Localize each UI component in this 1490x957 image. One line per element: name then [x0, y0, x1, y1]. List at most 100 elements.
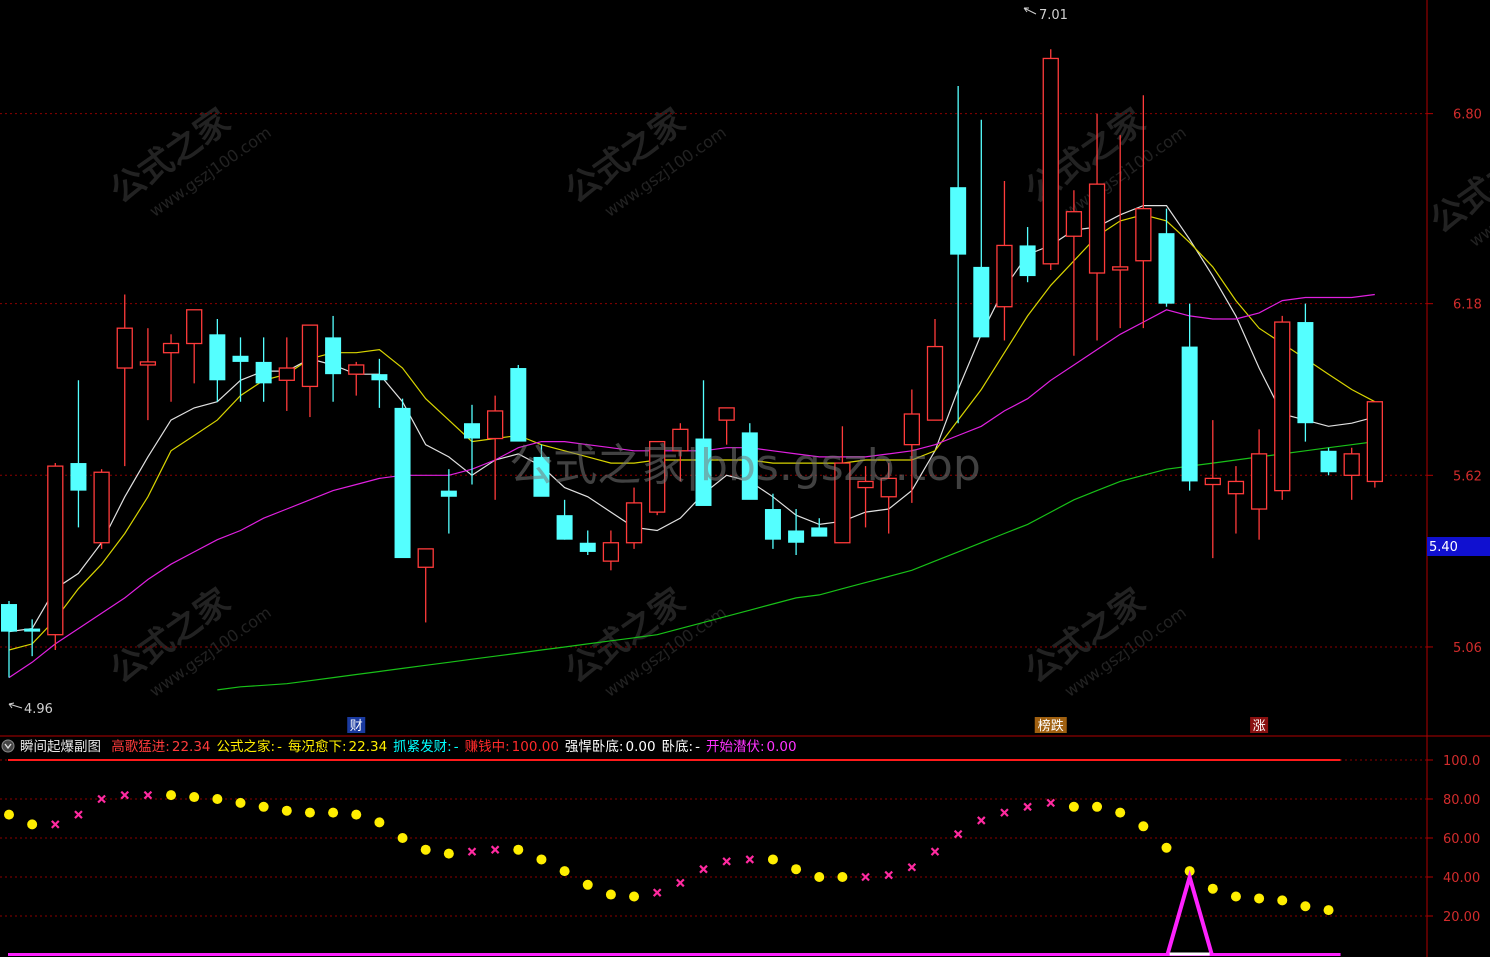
indicator-value: -	[454, 739, 459, 755]
indicator-dot	[235, 797, 246, 808]
current-price-label: 5.40	[1429, 540, 1458, 555]
candle	[1274, 315, 1291, 500]
candle	[47, 463, 64, 651]
candle-body	[348, 364, 365, 375]
candle-body	[926, 345, 944, 421]
candle-body	[556, 515, 573, 540]
candle-body	[371, 374, 388, 381]
candle-body	[1042, 57, 1059, 265]
indicator-value-label: 高歌猛进:	[111, 738, 170, 755]
stock-chart-canvas: 公式之家www.gszj100.com 公式之家www.gszj100.com 公式…	[0, 0, 1490, 957]
indicator-dot	[166, 790, 177, 801]
candle-body	[209, 334, 226, 381]
candle	[510, 364, 527, 442]
indicator-dot	[4, 809, 14, 820]
candle-body	[186, 309, 203, 345]
candle-body	[510, 368, 527, 442]
indicator-dot	[1323, 905, 1334, 916]
signal-marker: 涨	[1250, 717, 1269, 734]
candle-body	[1297, 322, 1314, 424]
indicator-value-label: 每况愈下:	[288, 739, 347, 755]
indicator-toggle-icon[interactable]	[1, 739, 15, 753]
indicator-dot	[27, 819, 38, 830]
indicator-dot	[1138, 821, 1149, 832]
indicator-dot	[629, 891, 640, 902]
candle-body	[1181, 346, 1198, 482]
candle	[1366, 401, 1383, 488]
price-tick-label: 5.62	[1453, 469, 1482, 484]
candle-body	[1366, 401, 1383, 483]
candle-body	[1088, 183, 1106, 274]
candle-body	[325, 337, 342, 375]
candle-body	[440, 490, 457, 497]
indicator-dot	[397, 833, 408, 843]
indicator-tick-label: 60.00	[1443, 832, 1480, 847]
candle-body	[602, 542, 620, 562]
indicator-value: 100.00	[512, 739, 559, 755]
candle-body	[232, 355, 249, 362]
center-watermark: 公式之家|bbs.gszb.top	[509, 440, 981, 491]
signal-marker: 榜跌	[1034, 717, 1067, 734]
indicator-dot	[1254, 893, 1265, 904]
indicator-dot	[1068, 801, 1079, 812]
indicator-dot	[559, 866, 570, 877]
low-price-label: 4.96	[24, 702, 53, 717]
indicator-dot	[605, 889, 616, 900]
candle-body	[764, 509, 781, 540]
candle-body	[579, 542, 596, 552]
candle-body	[1204, 477, 1221, 486]
indicator-value-label: 强悍卧底:	[565, 739, 624, 755]
signal-marker-label: 涨	[1253, 719, 1266, 734]
indicator-tick-label: 20.00	[1443, 910, 1480, 925]
indicator-dot	[304, 807, 315, 818]
candle-body	[1320, 450, 1337, 473]
indicator-header: 瞬间起爆副图 高歌猛进: 22.34 公式之家: - 每况愈下: 22.34 抓紧发财: - 赚…	[1, 738, 797, 755]
candle-body	[811, 527, 828, 537]
candle-body	[1135, 207, 1152, 262]
candle-body	[1250, 453, 1268, 510]
candle-body	[1065, 211, 1083, 237]
candle-body	[1343, 453, 1360, 476]
candle-body	[394, 407, 411, 559]
indicator-dot	[513, 844, 524, 855]
candle-body	[24, 628, 41, 632]
indicator-dot	[837, 872, 848, 882]
indicator-dot	[1092, 801, 1103, 812]
indicator-dot	[536, 854, 547, 865]
high-price-label: 7.01	[1039, 8, 1068, 23]
indicator-tick-label: 80.00	[1443, 793, 1480, 808]
indicator-dot	[791, 864, 802, 875]
candle-body	[788, 530, 805, 543]
indicator-value: -	[695, 739, 700, 755]
indicator-dot	[443, 848, 454, 859]
indicator-dot	[582, 879, 593, 890]
indicator-tick-label: 100.0	[1443, 754, 1480, 769]
candle-body	[47, 465, 64, 636]
indicator-value: 22.34	[172, 739, 211, 755]
indicator-dot	[212, 794, 223, 804]
candle-body	[116, 327, 133, 369]
signal-marker: 财	[347, 717, 366, 734]
candle-body	[1, 604, 17, 632]
candle-body	[93, 471, 110, 544]
candle-body	[486, 410, 504, 440]
candle-body	[718, 407, 735, 421]
indicator-dot	[1277, 895, 1288, 906]
indicator-value: -	[277, 739, 282, 755]
signal-marker-label: 榜跌	[1038, 718, 1064, 734]
candle-body	[996, 244, 1013, 308]
indicator-tick-label: 40.00	[1443, 871, 1480, 886]
candle-body	[417, 548, 434, 568]
indicator-value: 0.00	[767, 739, 797, 755]
candle	[1042, 49, 1059, 270]
indicator-dot	[420, 844, 431, 855]
candle	[394, 398, 411, 559]
indicator-value: 0.00	[625, 739, 655, 755]
candle-body	[70, 463, 87, 491]
indicator-value-label: 卧底:	[662, 739, 694, 755]
indicator-dot	[328, 807, 339, 818]
indicator-value-label: 赚钱中:	[465, 739, 510, 755]
candle	[93, 469, 110, 549]
indicator-name: 瞬间起爆副图	[20, 739, 101, 755]
candle-body	[278, 367, 295, 381]
